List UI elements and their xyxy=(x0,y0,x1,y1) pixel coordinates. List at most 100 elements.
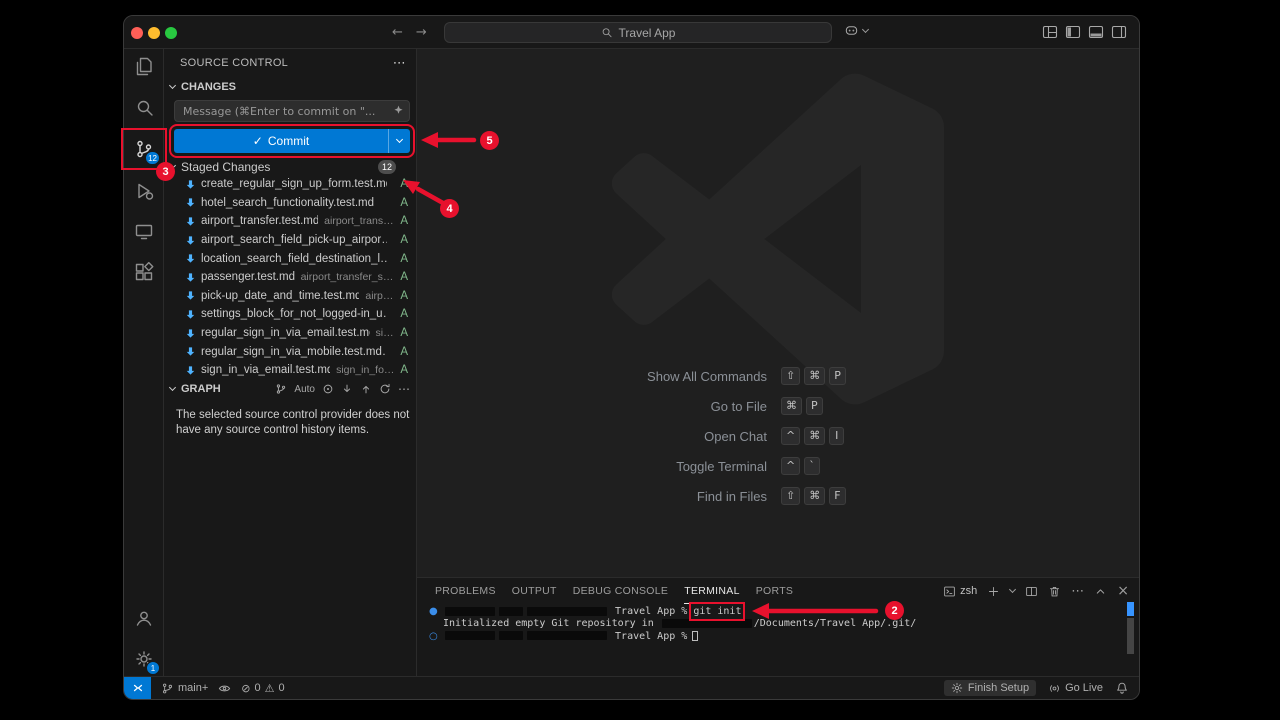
terminal-dropdown-icon[interactable] xyxy=(1009,586,1016,593)
staged-file-row[interactable]: pick-up_date_and_time.test.mdairp… A xyxy=(164,287,416,306)
file-path: si… xyxy=(376,327,393,339)
changes-section-header[interactable]: CHANGES xyxy=(170,79,410,95)
eye-status-icon[interactable] xyxy=(218,682,231,695)
graph-more-icon[interactable]: ⋯ xyxy=(398,382,410,396)
copilot-icon xyxy=(844,23,859,38)
tab-problems[interactable]: PROBLEMS xyxy=(435,578,496,604)
maximize-panel-icon[interactable] xyxy=(1094,585,1107,598)
markdown-file-icon xyxy=(185,272,196,283)
remote-explorer-icon[interactable] xyxy=(132,220,156,244)
staged-file-row[interactable]: create_regular_sign_up_form.test.md A xyxy=(164,175,416,194)
kill-terminal-icon[interactable] xyxy=(1048,585,1061,598)
branch-name: main+ xyxy=(178,682,208,694)
staged-changes-header[interactable]: Staged Changes 12 xyxy=(170,159,410,175)
file-path: airp… xyxy=(365,290,393,302)
accounts-icon[interactable] xyxy=(132,606,156,630)
staged-file-row[interactable]: passenger.test.mdairport_transfer_s… A xyxy=(164,268,416,287)
toggle-secondary-sidebar-icon[interactable] xyxy=(1111,24,1127,40)
go-live-button[interactable]: Go Live xyxy=(1048,682,1103,695)
go-live-label: Go Live xyxy=(1065,682,1103,694)
extensions-icon[interactable] xyxy=(132,260,156,284)
refresh-icon[interactable] xyxy=(379,383,391,395)
tab-output[interactable]: OUTPUT xyxy=(512,578,557,604)
terminal-shell-button[interactable]: zsh xyxy=(943,585,977,598)
run-debug-icon[interactable] xyxy=(132,179,156,203)
source-control-sidebar: SOURCE CONTROL ⋯ CHANGES ✓ Commit Staged… xyxy=(164,49,417,676)
keycap: P xyxy=(806,397,823,415)
remote-indicator[interactable] xyxy=(124,677,151,699)
keycap: ⌘ xyxy=(804,487,825,505)
zoom-window-button[interactable] xyxy=(165,27,177,39)
tab-debug-console[interactable]: DEBUG CONSOLE xyxy=(573,578,669,604)
settings-badge: 1 xyxy=(146,661,160,675)
generate-commit-message-icon[interactable] xyxy=(392,104,405,117)
shortcut-label: Go to File xyxy=(563,399,781,414)
target-icon[interactable] xyxy=(322,383,334,395)
terminal-output[interactable]: ● Travel App % git init Initialized empt… xyxy=(429,606,1115,643)
terminal-icon xyxy=(943,585,956,598)
terminal-scrollbar[interactable] xyxy=(1127,618,1134,654)
shell-name: zsh xyxy=(960,585,977,597)
staged-file-row[interactable]: hotel_search_functionality.test.md A xyxy=(164,194,416,213)
scm-count-badge: 12 xyxy=(145,151,160,165)
settings-gear-icon[interactable]: 1 xyxy=(132,647,156,671)
terminal-line: Initialized empty Git repository in /Doc… xyxy=(429,618,1115,630)
minimize-window-button[interactable] xyxy=(148,27,160,39)
new-terminal-icon[interactable] xyxy=(987,585,1000,598)
staged-file-row[interactable]: sign_in_via_email.test.mdsign_in_fo… A xyxy=(164,361,416,380)
staged-file-row[interactable]: airport_transfer.test.mdairport_trans… A xyxy=(164,212,416,231)
file-path: sign_in_fo… xyxy=(336,364,393,376)
staged-file-row[interactable]: regular_sign_in_via_email.test.mdsi… A xyxy=(164,324,416,343)
warning-count: 0 xyxy=(279,682,285,694)
source-control-icon[interactable]: 12 xyxy=(132,137,156,161)
search-sidebar-icon[interactable] xyxy=(132,96,156,120)
fetch-icon[interactable] xyxy=(341,383,353,395)
keycap: ` xyxy=(804,457,820,475)
staged-file-row[interactable]: regular_sign_in_via_mobile.test.md… A xyxy=(164,342,416,361)
close-window-button[interactable] xyxy=(131,27,143,39)
file-status-added: A xyxy=(398,290,408,302)
bell-icon[interactable] xyxy=(1115,681,1129,695)
commit-button[interactable]: ✓ Commit xyxy=(174,129,410,153)
keycap: ⇧ xyxy=(781,487,800,505)
toggle-primary-sidebar-icon[interactable] xyxy=(1065,24,1081,40)
problems-status-item[interactable]: ⊘ 0 ⚠ 0 xyxy=(241,682,284,695)
push-icon[interactable] xyxy=(360,383,372,395)
shortcut-label: Open Chat xyxy=(563,429,781,444)
branch-status-item[interactable]: main+ xyxy=(161,682,208,695)
file-status-added: A xyxy=(398,197,408,209)
graph-section-header[interactable]: GRAPH Auto ⋯ xyxy=(170,381,410,397)
markdown-file-icon xyxy=(185,328,196,339)
staged-file-row[interactable]: airport_search_field_pick-up_airpor… A xyxy=(164,231,416,250)
copilot-menu-button[interactable] xyxy=(844,23,868,38)
customize-layout-icon[interactable] xyxy=(1042,24,1058,40)
finish-setup-button[interactable]: Finish Setup xyxy=(944,680,1036,696)
commit-message-input[interactable] xyxy=(174,100,410,122)
prompt-text: Travel App % xyxy=(615,606,687,617)
file-path: airport_trans… xyxy=(324,215,393,227)
file-name: settings_block_for_not_logged-in_u… xyxy=(201,308,387,320)
command-center-search[interactable]: Travel App xyxy=(444,22,832,43)
markdown-file-icon xyxy=(185,235,196,246)
prompt-text: Travel App % xyxy=(615,631,687,642)
redacted-text xyxy=(499,607,523,616)
explorer-icon[interactable] xyxy=(132,55,156,79)
panel-more-icon[interactable]: ⋯ xyxy=(1071,584,1084,599)
staged-file-row[interactable]: settings_block_for_not_logged-in_u… A xyxy=(164,305,416,324)
back-icon[interactable]: ← xyxy=(392,25,403,40)
split-terminal-icon[interactable] xyxy=(1025,585,1038,598)
toggle-panel-icon[interactable] xyxy=(1088,24,1104,40)
forward-icon[interactable]: → xyxy=(416,25,427,40)
close-panel-icon[interactable]: × xyxy=(1117,583,1129,599)
file-name: airport_transfer.test.md xyxy=(201,215,318,227)
file-status-added: A xyxy=(398,178,408,190)
more-actions-icon[interactable]: ⋯ xyxy=(393,56,406,71)
keycap: ^ xyxy=(781,457,800,475)
branch-icon xyxy=(161,682,174,695)
commit-dropdown-button[interactable] xyxy=(388,129,410,153)
staged-file-row[interactable]: location_search_field_destination_l… A xyxy=(164,249,416,268)
chevron-down-icon xyxy=(169,384,176,391)
tab-ports[interactable]: PORTS xyxy=(756,578,793,604)
tab-terminal[interactable]: TERMINAL xyxy=(684,578,740,604)
graph-auto-label[interactable]: Auto xyxy=(294,384,315,395)
